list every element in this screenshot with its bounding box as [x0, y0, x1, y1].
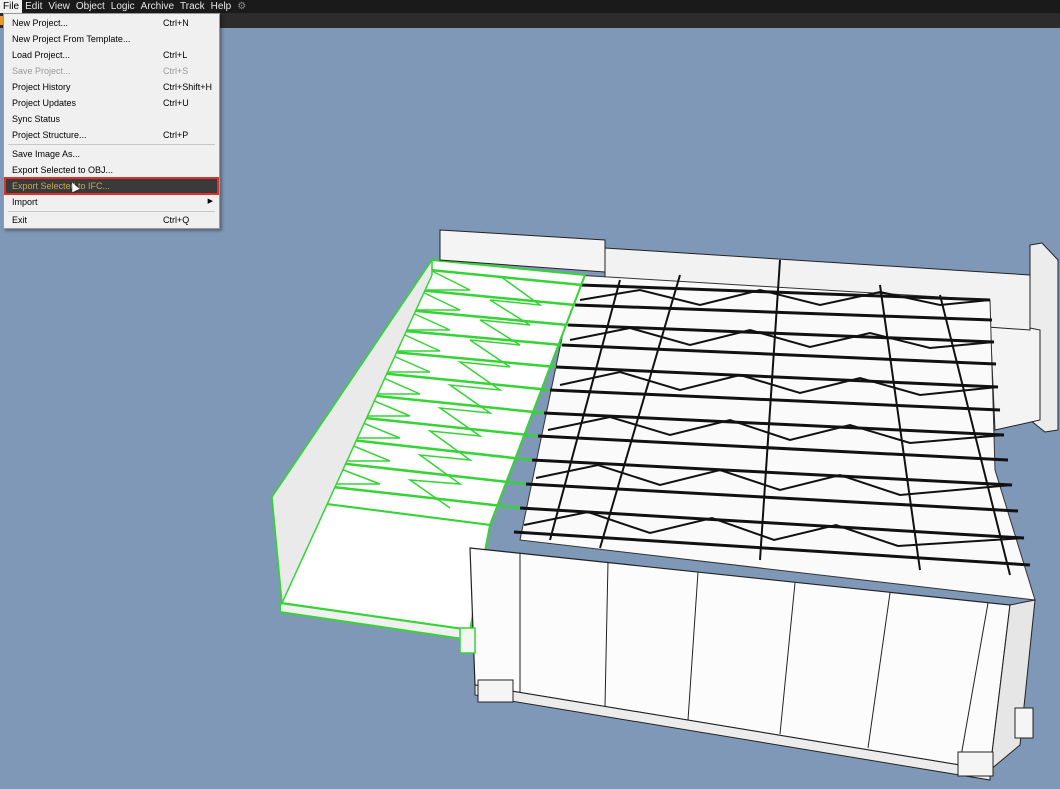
gear-icon[interactable]: ⚙	[237, 0, 246, 13]
footing-1	[477, 679, 514, 703]
menu-item-exit[interactable]: Exit Ctrl+Q	[5, 212, 218, 228]
menu-item-save-project[interactable]: Save Project... Ctrl+S	[5, 63, 218, 79]
menu-item-project-structure[interactable]: Project Structure... Ctrl+P	[5, 127, 218, 143]
menu-item-shortcut: Ctrl+U	[163, 98, 189, 108]
menu-item-new-project[interactable]: New Project... Ctrl+N	[5, 15, 218, 31]
menu-object[interactable]: Object	[73, 0, 108, 13]
menu-item-project-updates[interactable]: Project Updates Ctrl+U	[5, 95, 218, 111]
menu-item-label: Sync Status	[12, 114, 61, 124]
menu-item-label: Exit	[12, 215, 28, 225]
file-menu-dropdown: New Project... Ctrl+N New Project From T…	[3, 13, 220, 229]
footing-2	[957, 751, 994, 777]
menu-item-save-image[interactable]: Save Image As...	[5, 146, 218, 162]
menu-help[interactable]: Help	[208, 0, 235, 13]
footing-3	[1014, 707, 1034, 739]
menu-item-label: Save Image As...	[12, 149, 81, 159]
menu-item-project-history[interactable]: Project History Ctrl+Shift+H	[5, 79, 218, 95]
menu-item-load-project[interactable]: Load Project... Ctrl+L	[5, 47, 218, 63]
menu-bar: File Edit View Object Logic Archive Trac…	[0, 0, 1060, 13]
menu-item-label: New Project From Template...	[12, 34, 131, 44]
menu-item-new-from-template[interactable]: New Project From Template...	[5, 31, 218, 47]
submenu-arrow-icon: ▶	[207, 198, 213, 205]
menu-view[interactable]: View	[45, 0, 73, 13]
menu-archive[interactable]: Archive	[138, 0, 177, 13]
menu-item-shortcut: Ctrl+N	[163, 18, 189, 28]
menu-item-label: Export Selected to OBJ...	[12, 165, 114, 175]
menu-edit[interactable]: Edit	[22, 0, 45, 13]
menu-item-export-ifc[interactable]: Export Selected to IFC...	[4, 177, 219, 195]
menu-file[interactable]: File	[0, 0, 23, 13]
menu-item-shortcut: Ctrl+P	[163, 130, 189, 140]
footing-4	[459, 627, 476, 654]
menu-item-label: Save Project...	[12, 66, 71, 76]
right-annex	[989, 319, 1041, 431]
menu-item-shortcut: Ctrl+Shift+H	[163, 82, 213, 92]
menu-logic[interactable]: Logic	[108, 0, 138, 13]
menu-track[interactable]: Track	[177, 0, 208, 13]
menu-item-import[interactable]: Import ▶	[5, 194, 218, 210]
menu-item-label: Project Updates	[12, 98, 77, 108]
menu-item-label: Load Project...	[12, 50, 71, 60]
menu-item-sync-status[interactable]: Sync Status	[5, 111, 218, 127]
menu-item-label: Export Selected to IFC...	[12, 181, 111, 191]
menu-item-label: Import	[12, 197, 38, 207]
menu-item-export-obj[interactable]: Export Selected to OBJ...	[5, 162, 218, 178]
menu-item-label: Project History	[12, 82, 71, 92]
roof-interior	[519, 274, 1036, 601]
menu-item-shortcut: Ctrl+S	[163, 66, 189, 76]
menu-item-label: Project Structure...	[12, 130, 87, 140]
menu-item-shortcut: Ctrl+L	[163, 50, 188, 60]
menu-item-label: New Project...	[12, 18, 69, 28]
menu-separator	[8, 144, 215, 145]
menu-item-shortcut: Ctrl+Q	[163, 215, 190, 225]
